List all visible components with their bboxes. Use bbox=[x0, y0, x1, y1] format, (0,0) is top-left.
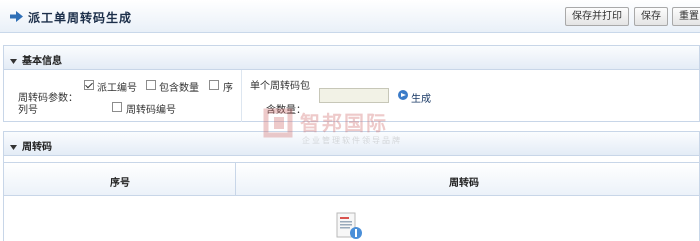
basic-info-title: 基本信息 bbox=[22, 56, 62, 67]
turnover-code-title: 周转码 bbox=[22, 142, 52, 153]
qty-per-code-input[interactable] bbox=[319, 88, 389, 103]
column-divider bbox=[235, 163, 236, 195]
divider bbox=[241, 70, 242, 122]
watermark-brand: 智邦国际 bbox=[300, 111, 388, 135]
arrow-right-icon bbox=[10, 11, 23, 25]
column-header-turnover-code: 周转码 bbox=[449, 178, 479, 189]
page-header: 派工单周转码生成 保存并打印 保存 重置 bbox=[0, 0, 700, 33]
reset-button[interactable]: 重置 bbox=[672, 7, 700, 26]
column-header-serial: 序号 bbox=[110, 178, 130, 189]
brand-logo-icon bbox=[262, 108, 294, 142]
collapse-triangle-icon[interactable] bbox=[10, 142, 17, 153]
watermark-tagline: 企业管理软件领导品牌 bbox=[302, 136, 402, 145]
basic-info-section-header[interactable]: 基本信息 bbox=[3, 45, 700, 70]
option-turnover-code-number-label: 周转码编号 bbox=[126, 105, 176, 116]
checkbox-dispatch-number[interactable] bbox=[84, 80, 94, 90]
checkbox-include-quantity[interactable] bbox=[146, 80, 156, 90]
generate-link[interactable]: 生成 bbox=[411, 90, 431, 105]
table-header: 序号 周转码 bbox=[3, 162, 700, 196]
save-button[interactable]: 保存 bbox=[634, 7, 668, 26]
checkbox-serial-number[interactable] bbox=[209, 80, 219, 90]
checkbox-turnover-code-number[interactable] bbox=[112, 102, 122, 112]
save-and-print-button[interactable]: 保存并打印 bbox=[565, 7, 629, 26]
collapse-triangle-icon[interactable] bbox=[10, 56, 17, 67]
brand-watermark: 智邦国际 企业管理软件领导品牌 bbox=[262, 107, 400, 145]
empty-document-icon bbox=[336, 212, 364, 241]
option-dispatch-number-label: 派工编号 bbox=[97, 83, 137, 94]
qty-per-code-label: 单个周转码包 bbox=[250, 81, 310, 92]
option-serial-label: 序 bbox=[223, 83, 233, 94]
page-title: 派工单周转码生成 bbox=[28, 11, 133, 25]
option-serial-wrap-label: 列号 bbox=[18, 105, 38, 116]
option-include-quantity-label: 包含数量 bbox=[159, 83, 199, 94]
play-circle-icon[interactable] bbox=[398, 90, 408, 100]
